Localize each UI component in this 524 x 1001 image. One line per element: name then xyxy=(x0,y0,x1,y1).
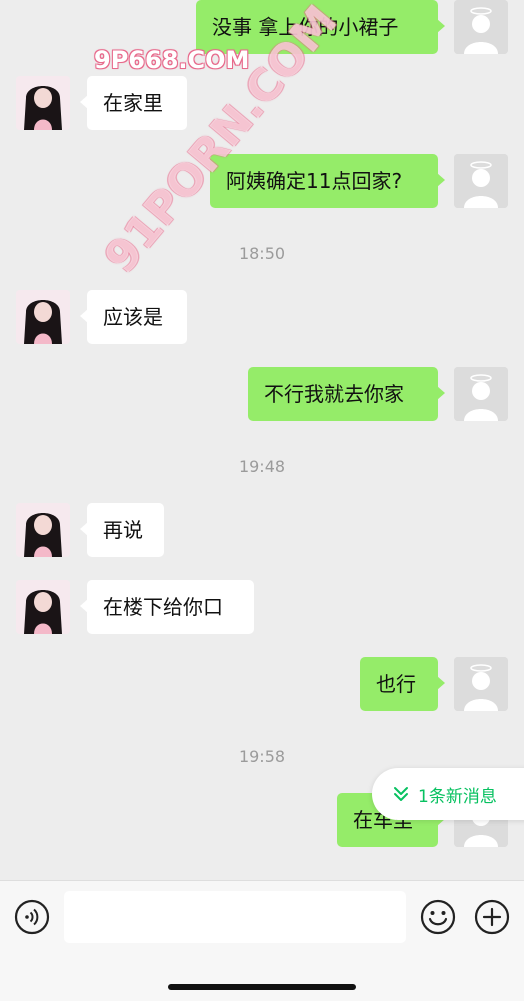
message-bubble-sent[interactable]: 阿姨确定11点回家? xyxy=(210,154,445,208)
message-input[interactable] xyxy=(64,891,406,943)
plus-icon xyxy=(474,899,510,935)
message-bubble-sent[interactable]: 没事 拿上你的小裙子 xyxy=(196,0,445,54)
new-message-label: 1条新消息 xyxy=(418,786,497,807)
voice-button[interactable] xyxy=(14,899,50,935)
message-bubble-received[interactable]: 再说 xyxy=(80,503,164,557)
voice-icon xyxy=(14,899,50,935)
message-bubble-sent[interactable]: 也行 xyxy=(360,657,445,711)
input-bar xyxy=(0,880,524,1001)
my-avatar[interactable] xyxy=(454,367,508,421)
my-avatar[interactable] xyxy=(454,0,508,54)
message-bubble-sent[interactable]: 不行我就去你家 xyxy=(248,367,445,421)
message-bubble-received[interactable]: 在家里 xyxy=(80,76,187,130)
message-bubble-received[interactable]: 应该是 xyxy=(80,290,187,344)
my-avatar[interactable] xyxy=(454,154,508,208)
message-bubble-received[interactable]: 在楼下给你口 xyxy=(80,580,254,634)
contact-avatar[interactable] xyxy=(16,290,70,344)
new-message-pill[interactable]: 1条新消息 xyxy=(372,768,524,820)
timestamp: 18:50 xyxy=(238,244,286,263)
timestamp: 19:58 xyxy=(238,747,286,766)
contact-avatar[interactable] xyxy=(16,76,70,130)
contact-avatar[interactable] xyxy=(16,503,70,557)
timestamp: 19:48 xyxy=(238,457,286,476)
contact-avatar[interactable] xyxy=(16,580,70,634)
chevron-double-down-icon xyxy=(394,787,408,801)
home-indicator[interactable] xyxy=(168,984,356,990)
chat-area[interactable]: 没事 拿上你的小裙子 在家里 阿姨确定11点回家? 18:50 应该是 不行我就… xyxy=(0,0,524,880)
more-button[interactable] xyxy=(474,899,510,935)
emoji-icon xyxy=(420,899,456,935)
my-avatar[interactable] xyxy=(454,657,508,711)
emoji-button[interactable] xyxy=(420,899,456,935)
